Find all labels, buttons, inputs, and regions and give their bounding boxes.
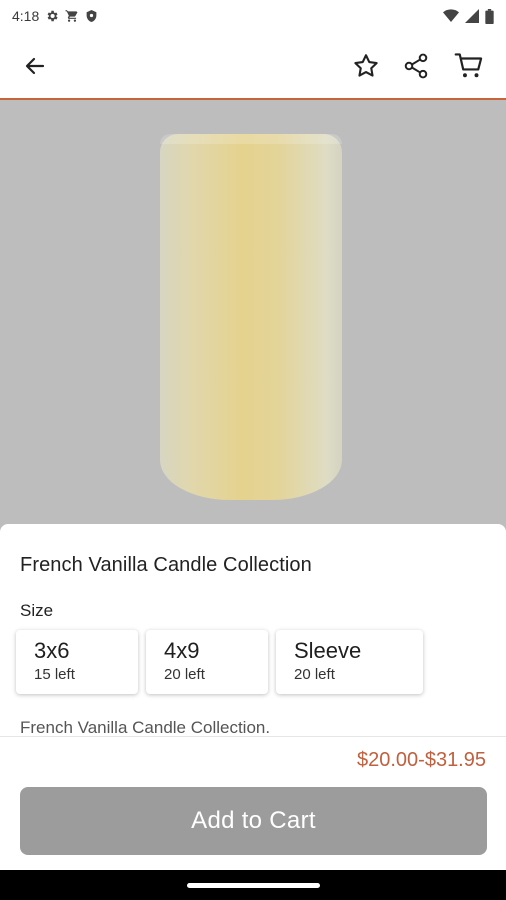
wifi-icon: [443, 9, 459, 23]
home-gesture-handle[interactable]: [187, 883, 320, 888]
price-range: $20.00-$31.95: [356, 749, 486, 771]
star-icon: [354, 54, 378, 77]
status-bar: 4:18: [0, 0, 506, 32]
size-option-stock: 15 left: [34, 666, 75, 683]
size-option-name: Sleeve: [294, 638, 362, 663]
shield-icon: [85, 9, 98, 23]
purchase-footer: $20.00-$31.95 Add to Cart: [0, 736, 506, 870]
product-description: French Vanilla Candle Collection.: [20, 718, 271, 737]
product-title: French Vanilla Candle Collection: [20, 554, 312, 576]
size-option-3x6[interactable]: 3x6 15 left: [16, 630, 138, 694]
product-details-sheet: French Vanilla Candle Collection Size 3x…: [0, 524, 506, 737]
size-option-4x9[interactable]: 4x9 20 left: [146, 630, 268, 694]
share-button[interactable]: [394, 44, 438, 88]
status-left: 4:18: [12, 8, 98, 24]
share-icon: [404, 53, 428, 79]
system-navigation-bar: [0, 870, 506, 900]
status-right: [443, 8, 494, 24]
back-arrow-icon: [25, 57, 45, 75]
size-option-name: 4x9: [164, 638, 200, 663]
favorite-button[interactable]: [344, 44, 388, 88]
size-option-sleeve[interactable]: Sleeve 20 left: [276, 630, 423, 694]
back-button[interactable]: [13, 44, 57, 88]
product-image: [0, 100, 506, 540]
cart-button[interactable]: [447, 44, 491, 88]
settings-icon: [45, 9, 59, 23]
candle-image: [160, 134, 342, 500]
cart-icon: [454, 53, 483, 78]
app-bar: [0, 32, 506, 100]
cart-notification-icon: [65, 9, 79, 23]
size-option-stock: 20 left: [294, 666, 335, 683]
status-time: 4:18: [12, 8, 40, 24]
battery-icon: [485, 8, 494, 24]
size-option-name: 3x6: [34, 638, 70, 663]
size-label: Size: [20, 601, 54, 620]
cellular-signal-icon: [465, 9, 479, 23]
size-options: 3x6 15 left 4x9 20 left Sleeve 20 left: [16, 630, 423, 694]
size-option-stock: 20 left: [164, 666, 205, 683]
add-to-cart-button[interactable]: Add to Cart: [20, 787, 487, 855]
